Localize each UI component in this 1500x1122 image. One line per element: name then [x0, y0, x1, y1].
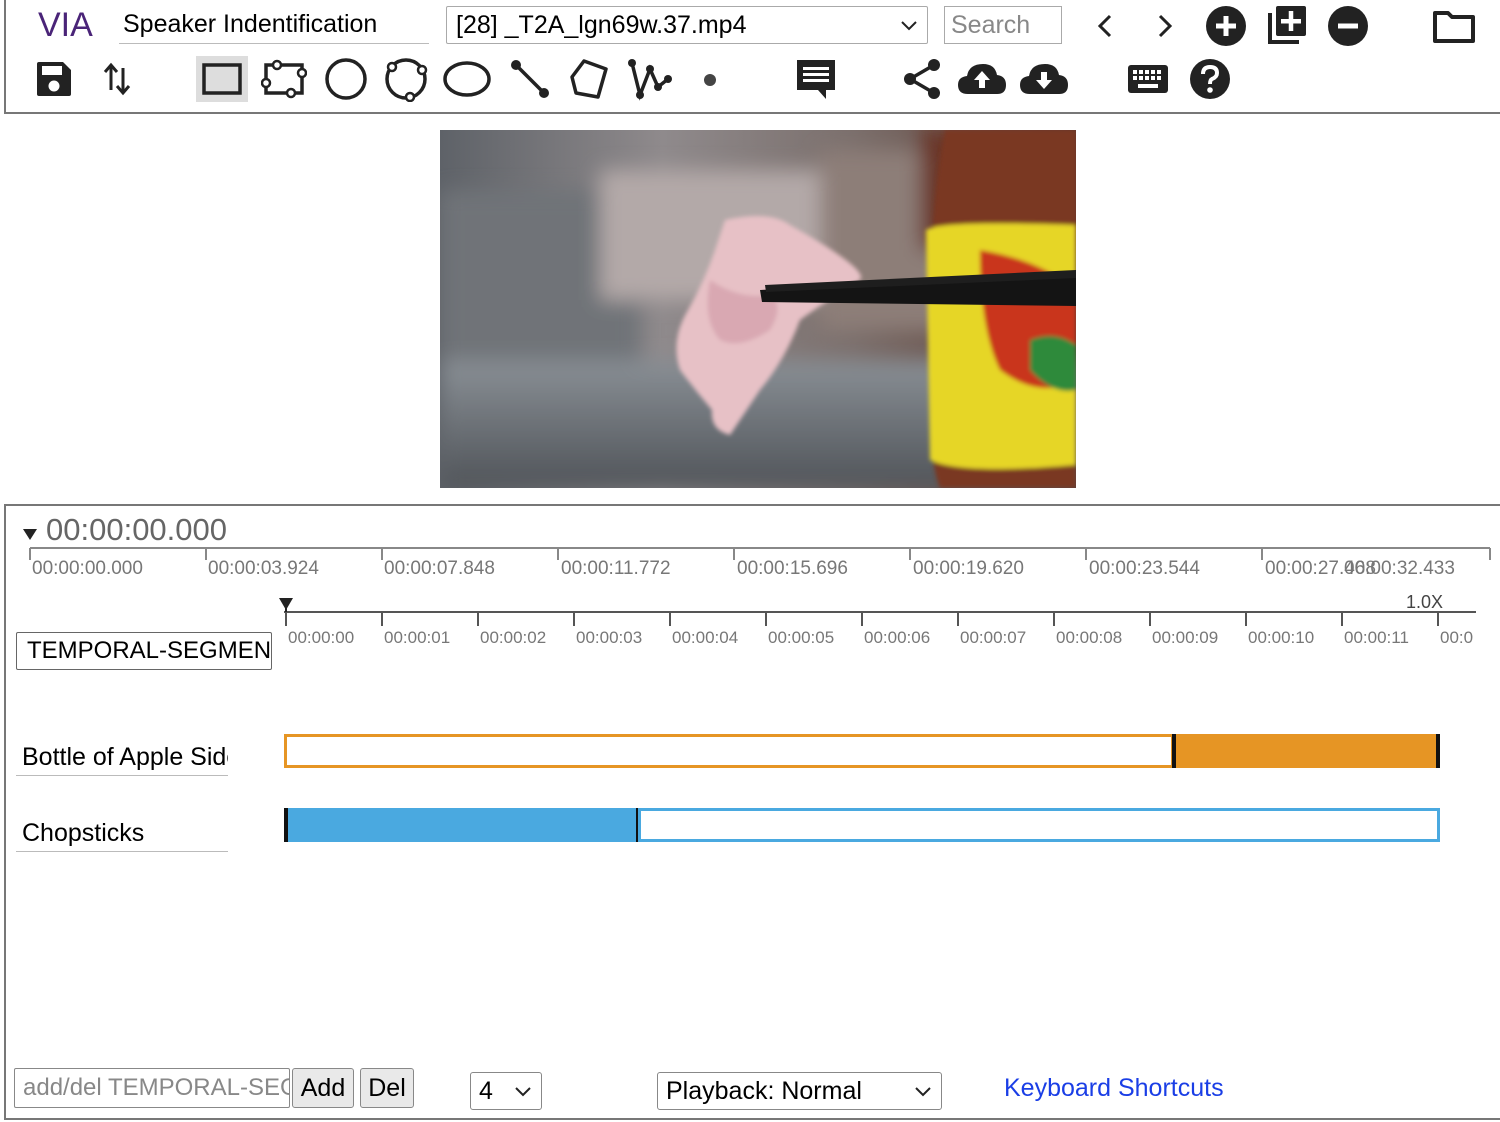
folder-icon[interactable] [1430, 6, 1478, 46]
add-file-icon[interactable] [1204, 4, 1248, 48]
prev-file-icon[interactable] [1090, 8, 1120, 44]
keyboard-shortcuts-link[interactable]: Keyboard Shortcuts [1004, 1074, 1224, 1103]
zoom-level: 1.0X [1406, 592, 1444, 612]
overview-tick-label: 00:00:07.848 [384, 558, 495, 579]
overview-tick-label: 00:00:03.924 [208, 558, 319, 579]
detail-tick-label: 00:00:01 [384, 628, 451, 647]
detail-tick-label: 00:00:05 [768, 628, 835, 647]
segment-group-selector[interactable]: TEMPORAL-SEGMENTS [16, 632, 272, 670]
point-tool-icon[interactable] [690, 60, 730, 100]
playback-speed-value: Playback: Normal [666, 1077, 862, 1105]
extreme-circle-tool-icon[interactable] [380, 56, 432, 102]
segment-id-input[interactable] [14, 1068, 290, 1108]
detail-tick-label: 00:00:04 [672, 628, 739, 647]
playback-speed-select[interactable]: Playback: Normal [657, 1072, 942, 1110]
ellipse-tool-icon[interactable] [440, 56, 494, 102]
chevron-down-icon [901, 21, 917, 31]
keyboard-icon[interactable] [1122, 56, 1174, 102]
overview-tick-label: 00:00:00.000 [32, 558, 143, 579]
chopsticks-track-empty[interactable] [638, 808, 1440, 842]
detail-tick-label: 00:00:00 [288, 628, 355, 647]
polyline-tool-icon[interactable] [624, 56, 676, 102]
upload-icon[interactable] [954, 56, 1010, 102]
segment-count-value: 4 [479, 1077, 493, 1105]
detail-tick-label: 00:00:07 [960, 628, 1027, 647]
chevron-down-icon [915, 1087, 931, 1097]
file-selector[interactable]: [28] _T2A_lgn69w.37.mp4 [446, 6, 928, 44]
current-time-display: 00:00:00.000 [46, 512, 228, 547]
chevron-down-icon [515, 1087, 531, 1097]
polygon-tool-icon[interactable] [564, 56, 616, 102]
add-button[interactable]: Add [292, 1068, 354, 1108]
overview-tick-label: 00:00:19.620 [913, 558, 1024, 579]
comment-icon[interactable] [790, 56, 842, 102]
rectangle-tool-icon[interactable] [196, 56, 248, 102]
help-icon[interactable] [1184, 56, 1236, 102]
detail-tick-label: 00:00:06 [864, 628, 931, 647]
file-selector-value: [28] _T2A_lgn69w.37.mp4 [456, 11, 747, 39]
search-input[interactable] [944, 6, 1062, 44]
video-frame[interactable] [440, 130, 1076, 488]
bottle-segment[interactable] [1172, 734, 1440, 768]
download-icon[interactable] [1016, 56, 1072, 102]
detail-tick-label: 00:00:09 [1152, 628, 1219, 647]
overview-tick-label: 00:00:32.433 [1344, 558, 1455, 579]
detail-tick-label: 00:00:03 [576, 628, 643, 647]
temporal-segment-panel: 00:00:00.000 00:00:00.000 00:00:03.924 00:… [4, 504, 1500, 1120]
extreme-rectangle-tool-icon[interactable] [258, 56, 310, 102]
add-files-icon[interactable] [1264, 2, 1310, 48]
collapse-arrow-icon[interactable] [22, 526, 38, 542]
next-file-icon[interactable] [1150, 8, 1180, 44]
via-logo: VIA [38, 6, 93, 44]
detail-tick-label: 00:00:11 [1344, 628, 1409, 647]
save-icon[interactable] [34, 58, 74, 100]
via-app: VIA [28] _T2A_lgn69w.37.mp4 [0, 0, 1500, 1122]
video-frame-image [440, 130, 1076, 488]
detail-tick-label: 00:0 [1440, 628, 1474, 647]
del-button[interactable]: Del [360, 1068, 414, 1108]
track-label-chopsticks[interactable]: Chopsticks [16, 816, 228, 852]
line-tool-icon[interactable] [504, 56, 556, 102]
overview-tick-label: 00:00:23.544 [1089, 558, 1200, 579]
remove-file-icon[interactable] [1326, 4, 1370, 48]
segment-count-select[interactable]: 4 [470, 1072, 542, 1110]
overview-tick-label: 00:00:15.696 [737, 558, 848, 579]
detail-tick-label: 00:00:08 [1056, 628, 1123, 647]
detail-tick-label: 00:00:10 [1248, 628, 1315, 647]
circle-tool-icon[interactable] [320, 56, 372, 102]
share-icon[interactable] [896, 56, 948, 102]
sort-icon[interactable] [98, 58, 138, 100]
chopsticks-segment[interactable] [284, 808, 640, 842]
project-name-input[interactable] [119, 6, 429, 44]
overview-tick-label: 00:00:11.772 [561, 558, 671, 579]
detail-tick-label: 00:00:02 [480, 628, 547, 647]
top-toolbar: VIA [28] _T2A_lgn69w.37.mp4 [4, 0, 1500, 114]
track-label-bottle[interactable]: Bottle of Apple Sider Vinegar [16, 740, 228, 776]
detail-ruler[interactable] [276, 594, 1476, 628]
bottle-track-empty[interactable] [284, 734, 1174, 768]
